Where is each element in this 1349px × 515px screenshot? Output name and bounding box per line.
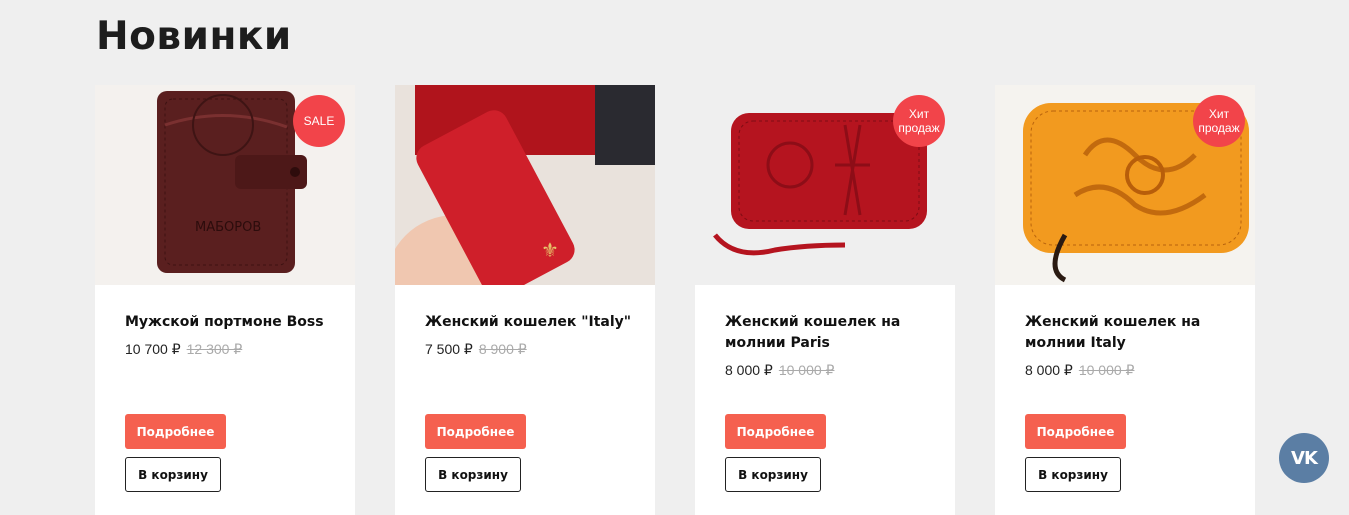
- price-old: 10 000 ₽: [1078, 362, 1135, 378]
- product-image[interactable]: ⚜: [395, 85, 655, 285]
- product-name[interactable]: Женский кошелек "Italy": [425, 312, 635, 333]
- price-old: 12 300 ₽: [186, 341, 243, 357]
- price-current: 8 000 ₽: [1025, 362, 1073, 378]
- add-to-cart-button[interactable]: В корзину: [125, 457, 221, 492]
- product-image[interactable]: МАБОРОВ SALE: [95, 85, 355, 285]
- price-block: 8 000 ₽ 10 000 ₽: [1025, 362, 1235, 379]
- price-old: 8 900 ₽: [478, 341, 527, 357]
- vk-icon[interactable]: VK: [1279, 433, 1329, 483]
- price-block: 8 000 ₽ 10 000 ₽: [725, 362, 935, 379]
- product-name[interactable]: Мужской портмоне Boss: [125, 312, 335, 333]
- bestseller-badge: Хит продаж: [1193, 95, 1245, 147]
- add-to-cart-button[interactable]: В корзину: [725, 457, 821, 492]
- product-card: Хит продаж Женский кошелек на молнии Par…: [695, 85, 955, 515]
- price-current: 7 500 ₽: [425, 341, 473, 357]
- sale-badge: SALE: [293, 95, 345, 147]
- product-name[interactable]: Женский кошелек на молнии Italy: [1025, 312, 1235, 354]
- price-current: 8 000 ₽: [725, 362, 773, 378]
- details-button[interactable]: Подробнее: [425, 414, 526, 449]
- product-image[interactable]: Хит продаж: [695, 85, 955, 285]
- svg-text:⚜: ⚜: [541, 238, 559, 262]
- product-card: ⚜ Женский кошелек "Italy" 7 500 ₽ 8 900 ₽…: [395, 85, 655, 515]
- add-to-cart-button[interactable]: В корзину: [425, 457, 521, 492]
- product-name[interactable]: Женский кошелек на молнии Paris: [725, 312, 935, 354]
- product-card: Хит продаж Женский кошелек на молнии Ita…: [995, 85, 1255, 515]
- details-button[interactable]: Подробнее: [725, 414, 826, 449]
- section-title: Новинки: [96, 14, 292, 59]
- product-card: МАБОРОВ SALE Мужской портмоне Boss 10 70…: [95, 85, 355, 515]
- details-button[interactable]: Подробнее: [1025, 414, 1126, 449]
- details-button[interactable]: Подробнее: [125, 414, 226, 449]
- product-list: МАБОРОВ SALE Мужской портмоне Boss 10 70…: [95, 85, 1255, 515]
- price-block: 7 500 ₽ 8 900 ₽: [425, 341, 635, 358]
- add-to-cart-button[interactable]: В корзину: [1025, 457, 1121, 492]
- product-image[interactable]: Хит продаж: [995, 85, 1255, 285]
- embossed-name: МАБОРОВ: [195, 220, 261, 235]
- bestseller-badge: Хит продаж: [893, 95, 945, 147]
- price-old: 10 000 ₽: [778, 362, 835, 378]
- price-block: 10 700 ₽ 12 300 ₽: [125, 341, 335, 358]
- price-current: 10 700 ₽: [125, 341, 181, 357]
